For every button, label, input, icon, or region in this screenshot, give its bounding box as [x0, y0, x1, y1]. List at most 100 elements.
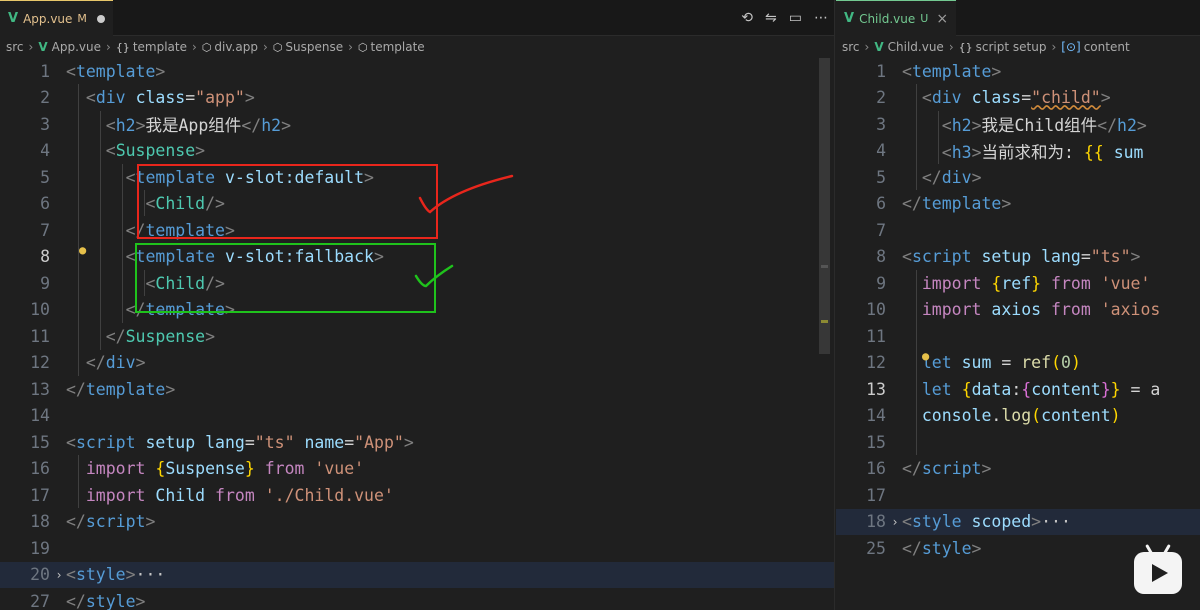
code-line[interactable]: 4 <h3>当前求和为: {{ sum — [836, 138, 1200, 165]
code-token: ··· — [135, 565, 166, 585]
code-text: <div class="app"> — [66, 88, 255, 107]
code-line[interactable]: 11 </Suspense> — [0, 323, 834, 350]
code-token: import — [85, 485, 146, 505]
more-actions-icon[interactable]: ⋯ — [814, 10, 828, 26]
code-token: > — [244, 88, 255, 108]
breadcrumb-item[interactable]: template — [371, 40, 425, 54]
breadcrumb: src › V App.vue › {} template › ⬡ div.ap… — [0, 36, 834, 58]
code-token: > — [991, 61, 1002, 81]
close-icon[interactable]: × — [936, 11, 948, 27]
breadcrumb-item[interactable]: src — [842, 40, 860, 54]
breadcrumb-item[interactable]: src — [6, 40, 24, 54]
code-area[interactable]: 1 <template> 2 <div class="app"> 3 <h2>我是Ap… — [0, 58, 834, 610]
line-number: 7 — [40, 220, 50, 240]
code-line[interactable]: 13 let {data:{content}} = a — [836, 376, 1200, 403]
split-editor-icon[interactable]: ▭ — [789, 10, 802, 26]
code-line[interactable]: 14 — [0, 403, 834, 430]
chevron-right-icon[interactable]: › — [888, 515, 902, 529]
line-number: 9 — [40, 273, 50, 293]
code-line[interactable]: 9 import {ref} from 'vue' — [836, 270, 1200, 297]
code-line[interactable]: 1 <template> — [0, 58, 834, 85]
code-line[interactable]: 2 <div class="app"> — [0, 85, 834, 112]
code-line[interactable]: 10 import axios from 'axios — [836, 297, 1200, 324]
unsaved-dot-icon[interactable] — [96, 14, 105, 23]
code-line[interactable]: 16 </script> — [836, 456, 1200, 483]
timeline-icon[interactable]: ⟲ — [741, 10, 753, 26]
code-line[interactable]: 15 <script setup lang="ts" name="App"> — [0, 429, 834, 456]
code-text: <template> — [66, 62, 165, 81]
breadcrumb-item[interactable]: script setup — [976, 40, 1047, 54]
code-line[interactable]: 12 let sum = ref(0) — [836, 350, 1200, 377]
vertical-scrollbar[interactable] — [819, 58, 830, 354]
code-line[interactable]: 27 </style> — [0, 588, 834, 610]
code-line[interactable]: 14 console.log(content) — [836, 403, 1200, 430]
code-area[interactable]: 1 <template> 2 <div class="child"> 3 <h2>我是… — [836, 58, 1200, 610]
compare-changes-icon[interactable]: ⇋ — [765, 10, 777, 26]
lightbulb-icon[interactable]: ● — [922, 350, 934, 362]
code-token: 我是App组件 — [145, 116, 242, 136]
code-token: { — [155, 459, 166, 479]
code-line[interactable]: 19 — [0, 535, 834, 562]
code-token: </ — [902, 194, 922, 214]
code-token: Suspense — [165, 459, 245, 479]
code-text: <div class="child"> — [902, 88, 1111, 107]
code-token: style — [75, 565, 126, 585]
tab-app-vue[interactable]: V App.vue M — [0, 0, 113, 36]
line-number: 25 — [866, 538, 886, 558]
code-line[interactable]: 20 › <style>··· — [0, 561, 834, 588]
code-line[interactable]: 18 › <style scoped>··· — [836, 508, 1200, 535]
code-line[interactable]: 5 </div> — [836, 164, 1200, 191]
code-token: = — [1080, 247, 1091, 267]
line-number: 9 — [876, 273, 886, 293]
chevron-right-icon[interactable]: › — [52, 568, 66, 582]
breadcrumb-item[interactable]: Child.vue — [888, 40, 944, 54]
code-token: </ — [105, 326, 126, 346]
tab-child-vue[interactable]: V Child.vue U × — [836, 0, 957, 36]
code-line[interactable]: 17 import Child from './Child.vue' — [0, 482, 834, 509]
code-line[interactable]: 15 — [836, 429, 1200, 456]
breadcrumb-item[interactable]: content — [1084, 40, 1130, 54]
code-line[interactable]: 7 — [836, 217, 1200, 244]
code-line[interactable]: 13 </template> — [0, 376, 834, 403]
code-line[interactable]: 6 </template> — [836, 191, 1200, 218]
breadcrumb-item[interactable]: Suspense — [285, 40, 343, 54]
code-line[interactable]: 18 </script> — [0, 509, 834, 536]
code-token: </ — [66, 591, 86, 610]
code-token: 当前求和为: — [981, 142, 1084, 162]
breadcrumb-item[interactable]: App.vue — [52, 40, 101, 54]
code-text: import {Suspense} from 'vue' — [66, 459, 364, 478]
code-line[interactable]: 1 <template> — [836, 58, 1200, 85]
code-line[interactable]: 16 import {Suspense} from 'vue' — [0, 456, 834, 483]
code-token: script — [911, 247, 972, 267]
vue-file-icon: V — [38, 40, 48, 54]
code-line[interactable]: 12 </div> — [0, 350, 834, 377]
line-number: 8 — [40, 247, 50, 267]
code-line[interactable]: 17 — [836, 482, 1200, 509]
breadcrumb-item[interactable]: template — [133, 40, 187, 54]
code-line[interactable]: 8 <script setup lang="ts"> — [836, 244, 1200, 271]
code-token: . — [991, 406, 1002, 426]
code-line[interactable]: 4 <Suspense> — [0, 138, 834, 165]
code-line[interactable]: 11 — [836, 323, 1200, 350]
variable-symbol-icon: [⊙] — [1061, 40, 1081, 54]
code-line[interactable]: 3 <h2>我是App组件</h2> — [0, 111, 834, 138]
lightbulb-icon[interactable]: ● — [79, 244, 91, 256]
code-line[interactable]: 3 <h2>我是Child组件</h2> — [836, 111, 1200, 138]
code-token: template — [85, 379, 166, 399]
code-line[interactable]: 2 <div class="child"> — [836, 85, 1200, 112]
code-text: <style>··· — [66, 565, 165, 584]
vue-file-icon: V — [844, 11, 855, 26]
code-token: div — [931, 88, 962, 108]
code-text: </style> — [902, 539, 981, 558]
breadcrumb-item[interactable]: div.app — [214, 40, 258, 54]
line-number: 13 — [866, 379, 886, 399]
code-token: } — [1031, 273, 1042, 293]
code-token: sum — [961, 353, 992, 373]
line-number: 16 — [866, 459, 886, 479]
